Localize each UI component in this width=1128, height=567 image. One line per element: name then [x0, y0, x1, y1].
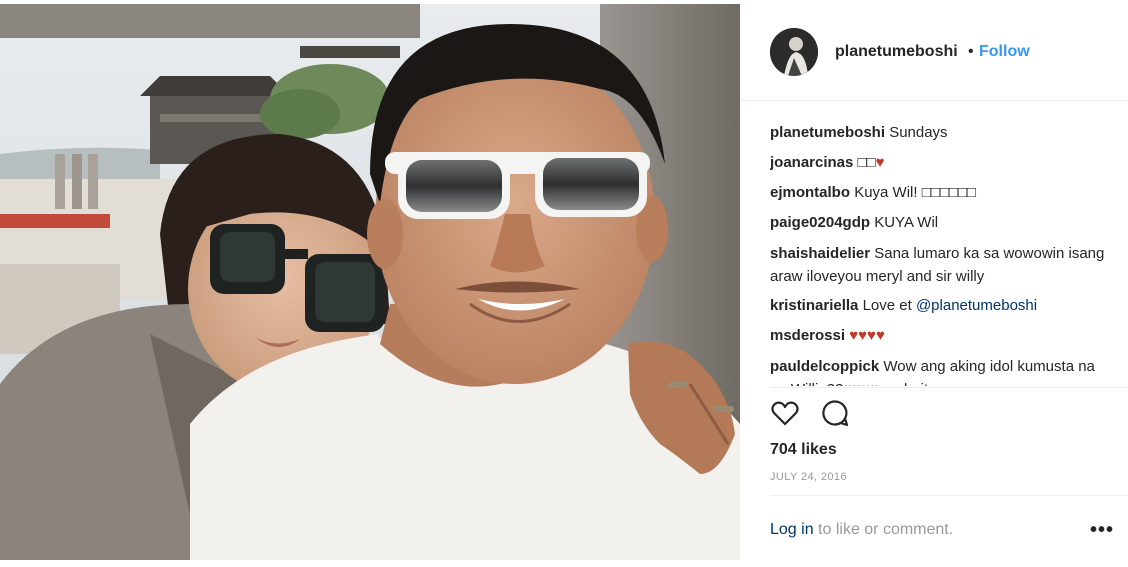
comment-username[interactable]: ejmontalbo: [770, 184, 850, 201]
comment-username[interactable]: joanarcinas: [770, 154, 853, 171]
comment-item: paige0204gdp KUYA Wil: [770, 208, 1110, 238]
comment-username[interactable]: shaishaidelier: [770, 245, 870, 262]
comments-list[interactable]: planetumeboshi Sundays joanarcinas □□♥ e…: [770, 118, 1110, 386]
comment-text: □□♥: [858, 154, 885, 171]
comment-text: KUYA Wil: [874, 214, 939, 231]
login-link[interactable]: Log in: [770, 521, 814, 538]
comment-item: joanarcinas □□♥: [770, 148, 1110, 178]
post-photo[interactable]: [0, 4, 740, 560]
comment-text: ♥♥♥♥: [849, 327, 885, 344]
header-separator: •: [968, 43, 974, 60]
comment-mention-link[interactable]: @planetumeboshi: [916, 297, 1037, 314]
more-options-icon[interactable]: •••: [1090, 520, 1114, 540]
comment-username[interactable]: pauldelcoppick: [770, 358, 879, 375]
heart-emoji: ♥♥♥♥: [849, 327, 885, 344]
divider: [770, 387, 1128, 388]
login-prompt: Log in to like or comment.: [770, 521, 953, 539]
comment-item: ejmontalbo Kuya Wil! □□□□□□: [770, 178, 1110, 208]
divider: [770, 495, 1128, 496]
post-side-panel: planetumeboshi • Follow planetumeboshi S…: [740, 4, 1128, 560]
post-date: JULY 24, 2016: [770, 471, 847, 483]
comment-username[interactable]: planetumeboshi: [770, 124, 885, 141]
comment-username[interactable]: paige0204gdp: [770, 214, 870, 231]
avatar-image: [770, 28, 818, 76]
heart-emoji: ♥: [875, 154, 885, 171]
comment-text: Kuya Wil! □□□□□□: [854, 184, 977, 201]
post-author-username[interactable]: planetumeboshi: [835, 43, 958, 61]
follow-button[interactable]: Follow: [979, 43, 1030, 61]
comment-text-glyphs: □□: [857, 154, 876, 171]
comment-item: planetumeboshi Sundays: [770, 118, 1110, 148]
likes-count[interactable]: 704 likes: [770, 441, 837, 459]
comment-username[interactable]: msderossi: [770, 327, 845, 344]
login-prompt-text: to like or comment.: [813, 521, 954, 538]
comment-text: Love et: [862, 297, 912, 314]
heart-outline-icon[interactable]: [770, 398, 800, 428]
post-header: planetumeboshi • Follow: [740, 4, 1128, 101]
instagram-post-embed: planetumeboshi • Follow planetumeboshi S…: [0, 4, 1128, 560]
comment-text: Sundays: [889, 124, 948, 141]
comment-item: shaishaidelier Sana lumaro ka sa wowowin…: [770, 238, 1110, 291]
selfie-photo-illustration: [0, 4, 740, 560]
comment-item: kristinariella Love et @planetumeboshi: [770, 291, 1110, 321]
comment-username[interactable]: kristinariella: [770, 297, 858, 314]
speech-bubble-icon[interactable]: [820, 398, 850, 428]
avatar[interactable]: [770, 28, 818, 76]
comment-item: pauldelcoppick Wow ang aking idol kumust…: [770, 351, 1110, 386]
comment-item: msderossi ♥♥♥♥: [770, 321, 1110, 351]
